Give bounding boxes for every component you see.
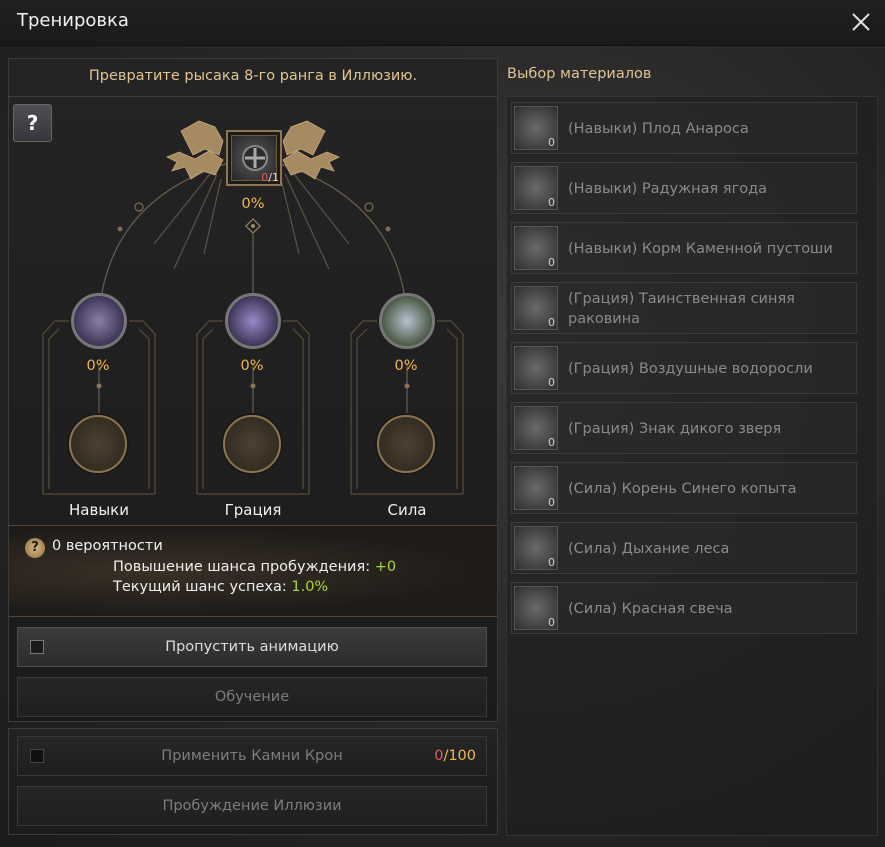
- material-count: 0: [548, 256, 555, 269]
- skip-animation-button[interactable]: Пропустить анимацию: [17, 627, 487, 667]
- awakening-chance-value: +0: [374, 559, 397, 575]
- horse-slot-total: /1: [268, 171, 279, 184]
- material-count: 0: [548, 556, 555, 569]
- skills-percent: 0%: [86, 358, 110, 374]
- crown-stones-count: 0/100: [434, 737, 476, 775]
- close-icon[interactable]: [849, 10, 873, 34]
- material-item[interactable]: 0 (Сила) Красная свеча: [511, 582, 857, 634]
- air-seaweed-icon: 0: [514, 346, 558, 390]
- material-label: (Сила) Дыхание леса: [568, 541, 730, 557]
- skills-label: Навыки: [69, 501, 129, 519]
- material-item[interactable]: 0 (Грация) Знак дикого зверя: [511, 402, 857, 454]
- skip-animation-checkbox[interactable]: [30, 640, 44, 654]
- success-chance-label: Текущий шанс успеха:: [113, 579, 292, 595]
- material-label: (Грация) Таинственная синяя раковина: [568, 291, 795, 327]
- blue-hoof-root-icon: 0: [514, 466, 558, 510]
- skills-material-slot[interactable]: [69, 415, 127, 473]
- training-window: Тренировка Превратите рысака 8-го ранга …: [0, 0, 885, 847]
- probability-title: 0 вероятности: [52, 538, 163, 554]
- grace-material-slot[interactable]: [223, 415, 281, 473]
- grace-percent: 0%: [240, 358, 264, 374]
- question-icon[interactable]: ?: [25, 538, 45, 558]
- material-item[interactable]: 0 (Сила) Дыхание леса: [511, 522, 857, 574]
- material-item[interactable]: 0 (Грация) Воздушные водоросли: [511, 342, 857, 394]
- material-count: 0: [548, 136, 555, 149]
- rainbow-berry-icon: 0: [514, 166, 558, 210]
- material-count: 0: [548, 496, 555, 509]
- training-panel: Превратите рысака 8-го ранга в Иллюзию. …: [8, 58, 498, 722]
- awakening-chance: Повышение шанса пробуждения: +0: [113, 559, 396, 575]
- material-label: (Навыки) Радужная ягода: [568, 181, 768, 197]
- material-label: (Грация) Воздушные водоросли: [568, 361, 813, 377]
- forest-breath-icon: 0: [514, 526, 558, 570]
- materials-list: 0 (Навыки) Плод Анароса 0 (Навыки) Радуж…: [506, 96, 878, 836]
- horse-slot-count: 0/1: [261, 171, 279, 184]
- strength-percent: 0%: [394, 358, 418, 374]
- grace-label: Грация: [224, 501, 282, 519]
- strength-label: Сила: [387, 501, 427, 519]
- material-item[interactable]: 0 (Грация) Таинственная синяя раковина: [511, 282, 857, 334]
- strength-horse-icon: [379, 293, 435, 349]
- training-button[interactable]: Обучение: [17, 677, 487, 717]
- awaken-illusion-button[interactable]: Пробуждение Иллюзии: [17, 786, 487, 826]
- material-label: (Грация) Знак дикого зверя: [568, 421, 782, 437]
- material-count: 0: [548, 376, 555, 389]
- material-item[interactable]: 0 (Навыки) Радужная ягода: [511, 162, 857, 214]
- crown-stones-label: Применить Камни Крон: [161, 748, 343, 764]
- strength-material-slot[interactable]: [377, 415, 435, 473]
- material-label: (Навыки) Корм Каменной пустоши: [568, 241, 833, 257]
- success-chance-value: 1.0%: [291, 579, 329, 595]
- title-bar: Тренировка: [0, 0, 885, 46]
- anaros-fruit-icon: 0: [514, 106, 558, 150]
- crown-stones-checkbox[interactable]: [30, 749, 44, 763]
- material-item[interactable]: 0 (Сила) Корень Синего копыта: [511, 462, 857, 514]
- material-count: 0: [548, 196, 555, 209]
- material-count: 0: [548, 316, 555, 329]
- crown-stones-row[interactable]: Применить Камни Крон 0/100: [17, 736, 487, 776]
- wild-beast-sign-icon: 0: [514, 406, 558, 450]
- probability-info: ? 0 вероятности Повышение шанса пробужде…: [9, 525, 497, 617]
- blue-shell-icon: 0: [514, 286, 558, 330]
- total-percent: 0%: [241, 196, 265, 212]
- awakening-panel: Применить Камни Крон 0/100 Пробуждение И…: [8, 728, 498, 835]
- red-candle-icon: 0: [514, 586, 558, 630]
- material-count: 0: [548, 436, 555, 449]
- material-count: 0: [548, 616, 555, 629]
- skip-animation-label: Пропустить анимацию: [165, 639, 339, 655]
- material-label: (Сила) Красная свеча: [568, 601, 733, 617]
- material-item[interactable]: 0 (Навыки) Корм Каменной пустоши: [511, 222, 857, 274]
- grace-horse-icon: [225, 293, 281, 349]
- material-label: (Навыки) Плод Анароса: [568, 121, 749, 137]
- crown-stones-total: /100: [443, 748, 476, 764]
- stone-wasteland-feed-icon: 0: [514, 226, 558, 270]
- horse-slot[interactable]: 0/1: [226, 130, 282, 186]
- material-label: (Сила) Корень Синего копыта: [568, 481, 797, 497]
- awakening-chance-label: Повышение шанса пробуждения:: [113, 559, 375, 575]
- window-title: Тренировка: [17, 10, 129, 31]
- skills-horse-icon: [71, 293, 127, 349]
- materials-title: Выбор материалов: [507, 66, 652, 82]
- success-chance: Текущий шанс успеха: 1.0%: [113, 579, 328, 595]
- material-item[interactable]: 0 (Навыки) Плод Анароса: [511, 102, 857, 154]
